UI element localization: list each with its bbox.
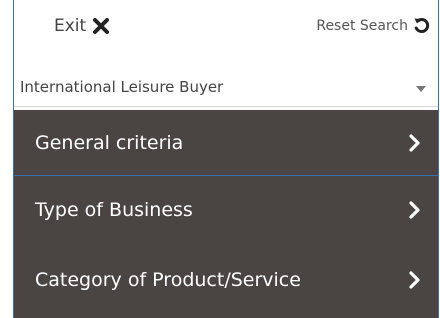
menu-item-type-of-business[interactable]: Type of Business	[14, 177, 438, 243]
exit-button[interactable]: Exit	[54, 16, 110, 36]
reset-arrow-icon	[413, 17, 430, 34]
chevron-right-icon	[408, 271, 422, 289]
menu-item-label: Category of Product/Service	[35, 269, 301, 291]
dropdown-caret-icon	[416, 86, 426, 92]
menu-item-category-of-product-service[interactable]: Category of Product/Service	[14, 247, 438, 313]
buyer-type-selected-value: International Leisure Buyer	[20, 78, 224, 96]
chevron-right-icon	[408, 201, 422, 219]
chevron-right-icon	[408, 133, 422, 152]
menu-item-label: General criteria	[35, 131, 184, 154]
close-x-icon	[92, 17, 110, 35]
menu-item-general-criteria[interactable]: General criteria	[14, 110, 438, 176]
exit-label: Exit	[54, 16, 87, 36]
search-panel: Exit Reset Search International Leisure …	[13, 0, 439, 318]
search-toolbar: Exit Reset Search	[14, 0, 438, 56]
buyer-type-dropdown[interactable]: International Leisure Buyer	[14, 72, 438, 107]
reset-search-button[interactable]: Reset Search	[316, 17, 430, 34]
criteria-menu: General criteria Type of Business Catego…	[14, 110, 438, 318]
reset-search-label: Reset Search	[316, 17, 408, 34]
menu-item-label: Type of Business	[35, 199, 193, 221]
